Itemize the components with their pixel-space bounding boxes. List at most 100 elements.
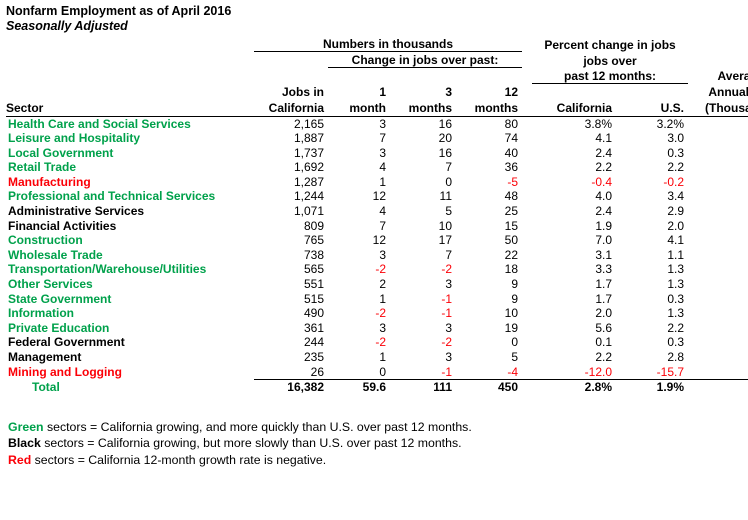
cell-m12: 48: [504, 189, 519, 204]
total-row: Total 16,38259.6111450 2.8%1.9% $59: [6, 379, 748, 395]
cell-m3: -2: [441, 335, 452, 350]
header-spacer-i: [700, 52, 748, 68]
cell-pay: 47: [700, 321, 748, 336]
cell-gap-b: [688, 292, 700, 307]
header-pct-california: California: [532, 99, 617, 117]
cell-m3: 11: [439, 189, 452, 204]
cell-jobs: 551: [303, 277, 324, 292]
cell-sector: Financial Activities: [8, 218, 117, 233]
header-sector: Sector: [6, 99, 254, 117]
legend-item: Green sectors = California growing, and …: [8, 419, 742, 436]
cell-pay: 57: [700, 262, 748, 277]
legend-item: Red sectors = California 12-month growth…: [8, 452, 742, 469]
cell-gap-a: [522, 189, 532, 204]
cell-gap-a: [522, 292, 532, 307]
cell-ca: 3.8%: [584, 116, 613, 131]
cell-m12: 50: [504, 233, 519, 248]
cell-m1: 3: [379, 145, 386, 160]
table-row: State Government 515 1 -1 9 1.7 0.3 69: [6, 292, 748, 307]
cell-ca: 1.7: [595, 277, 613, 292]
cell-us: 1.1: [667, 247, 685, 262]
header-spacer-u: [688, 83, 700, 100]
table-row: Leisure and Hospitality 1,887 7 20 74 4.1 3.0 2…: [6, 131, 748, 146]
cell-pay: 78: [700, 175, 748, 190]
total-jobs: 16,382: [254, 379, 328, 395]
header-spacer-h: [688, 52, 700, 68]
header-spacer-j: [6, 68, 254, 84]
cell-m12: 5: [511, 350, 519, 364]
cell-gap-b: [688, 116, 700, 131]
cell-pay: 98: [700, 189, 748, 204]
cell-ca: 2.0: [595, 306, 613, 321]
total-m12: 450: [456, 379, 523, 395]
cell-gap-b: [688, 262, 700, 277]
table-row: Local Government 1,737 3 16 40 2.4 0.3 73: [6, 146, 748, 161]
cell-pay: 69: [700, 248, 748, 263]
cell-us: 1.3: [667, 262, 685, 277]
cell-pay: 87: [700, 219, 748, 234]
cell-gap-b: [688, 189, 700, 204]
cell-gap-a: [522, 262, 532, 277]
cell-us: 2.9: [667, 204, 685, 219]
cell-gap-a: [522, 219, 532, 234]
cell-gap-a: [522, 277, 532, 292]
header-m12-line2: months: [456, 99, 523, 117]
cell-sector: Retail Trade: [8, 160, 77, 175]
total-m1: 59.6: [328, 379, 390, 395]
header-pct-us: U.S.: [616, 99, 689, 117]
cell-jobs: 809: [303, 218, 324, 233]
cell-m3: 10: [438, 218, 452, 233]
cell-m12: 36: [504, 160, 519, 175]
header-spacer-g: [522, 52, 532, 68]
header-m1-line1: 1: [379, 84, 386, 99]
cell-m3: -1: [441, 306, 452, 321]
cell-m12: 0: [511, 335, 519, 350]
cell-jobs: 1,287: [293, 174, 324, 189]
cell-gap-b: [688, 131, 700, 146]
cell-us: 0.3: [667, 335, 685, 350]
cell-ca: 2.4: [595, 145, 613, 160]
table-row: Information 490 -2 -1 10 2.0 1.3 132: [6, 306, 748, 321]
cell-gap-b: [688, 365, 700, 380]
header-spacer-k: [254, 68, 328, 84]
cell-sector: Administrative Services: [8, 204, 145, 219]
cell-gap-a: [522, 116, 532, 131]
cell-ca: 0.1: [595, 335, 613, 350]
cell-sector: Management: [8, 350, 82, 364]
cell-m12: 25: [504, 204, 519, 219]
cell-m12: -5: [507, 174, 519, 189]
header-row-group-2: Change in jobs over past: jobs over: [6, 51, 748, 68]
table-row: Professional and Technical Services 1,244…: [6, 189, 748, 204]
cell-m3: -1: [441, 291, 452, 306]
cell-sector: Private Education: [8, 320, 110, 335]
cell-gap-a: [522, 365, 532, 380]
cell-gap-b: [688, 160, 700, 175]
cell-m3: 7: [445, 247, 452, 262]
cell-m1: 7: [379, 131, 386, 146]
table-row: Private Education 361 3 3 19 5.6 2.2 47: [6, 321, 748, 336]
cell-sector: Information: [8, 306, 74, 321]
header-spacer-o: [522, 68, 532, 84]
cell-m1: -2: [375, 306, 386, 321]
cell-sector: Transportation/Warehouse/Utilities: [8, 262, 207, 277]
legend-key-red: Red: [8, 452, 32, 467]
cell-m1: 3: [379, 247, 386, 262]
total-m3: 111: [390, 379, 456, 395]
cell-gap-b: [688, 146, 700, 161]
cell-sector: Wholesale Trade: [8, 247, 103, 262]
page-title: Nonfarm Employment as of April 2016: [6, 4, 232, 18]
cell-m12: 9: [511, 277, 519, 292]
cell-pay: 39: [700, 204, 748, 219]
cell-m1: 1: [379, 291, 386, 306]
header-m1-line2: month: [328, 99, 390, 117]
header-percent-change-line2: jobs over: [583, 53, 637, 68]
header-spacer-s: [532, 83, 616, 100]
cell-sector: Federal Government: [8, 335, 125, 350]
cell-pay: 85: [700, 335, 748, 350]
table-row: Health Care and Social Services 2,165 3 16 8…: [6, 116, 748, 131]
cell-us: 4.1: [667, 233, 685, 248]
header-row-labels-bottom: Sector California month months months Ca…: [6, 99, 748, 117]
cell-m1: 3: [379, 320, 386, 335]
total-label: Total: [32, 380, 60, 395]
cell-m1: 4: [379, 204, 386, 219]
